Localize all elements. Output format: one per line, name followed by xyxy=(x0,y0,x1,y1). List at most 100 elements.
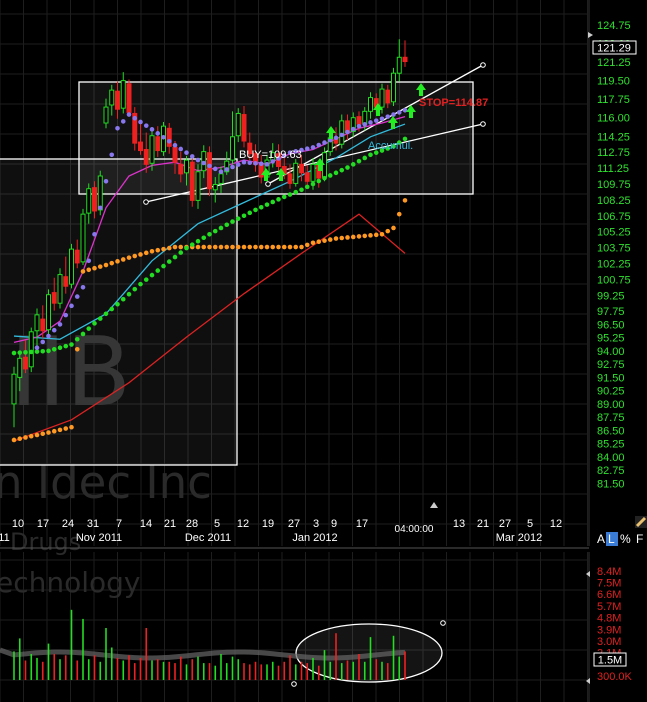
psar-fast-dot xyxy=(391,112,396,117)
scale-button-percent[interactable]: % xyxy=(620,532,631,546)
psar-slow-dot xyxy=(270,244,276,250)
psar-fast-dot xyxy=(385,114,391,119)
candle-body xyxy=(235,112,241,137)
psar-slow-dot xyxy=(17,436,23,442)
psar-slow-dot xyxy=(120,257,126,262)
psar-mid-dot xyxy=(281,194,287,200)
psar-mid-dot xyxy=(166,259,172,264)
psar-slow-dot xyxy=(379,232,385,237)
candle-body xyxy=(155,136,161,152)
price-tick-label: 121.25 xyxy=(597,57,631,69)
candle-body xyxy=(293,162,299,184)
price-tick-label: 100.75 xyxy=(597,274,631,286)
candle-body xyxy=(339,120,345,145)
psar-slow-dot xyxy=(97,264,103,269)
candle-body xyxy=(57,274,63,304)
ellipse-handle[interactable] xyxy=(291,681,297,687)
psar-slow-dot xyxy=(86,267,92,273)
price-tick-label: 111.25 xyxy=(597,163,629,175)
psar-fast-dot xyxy=(310,145,316,150)
psar-fast-dot xyxy=(316,142,322,148)
candle-body xyxy=(184,159,189,174)
candle-body xyxy=(11,373,17,405)
trendline-handle[interactable] xyxy=(265,181,271,187)
psar-mid-dot xyxy=(207,232,212,237)
psar-fast-dot xyxy=(356,123,362,129)
candle-body xyxy=(189,161,195,201)
price-tick-label: 84.00 xyxy=(597,452,625,464)
psar-fast-dot xyxy=(304,146,310,152)
candle-body xyxy=(356,116,362,125)
candle-body xyxy=(310,163,316,182)
psar-fast-dot xyxy=(69,303,74,309)
psar-slow-dot xyxy=(23,435,28,440)
psar-mid-dot xyxy=(195,238,201,244)
psar-fast-dot xyxy=(63,312,69,318)
time-day-label: 9 xyxy=(331,518,337,530)
time-day-label: 12 xyxy=(237,518,249,530)
psar-mid-dot xyxy=(235,216,241,221)
candle-body xyxy=(241,114,247,142)
psar-mid-dot xyxy=(368,152,373,158)
box-consolidation-upper[interactable] xyxy=(78,81,474,195)
price-tick-label: 96.50 xyxy=(597,319,625,331)
psar-slow-dot xyxy=(143,250,149,256)
psar-mid-dot xyxy=(155,268,161,273)
psar-fast-dot xyxy=(184,150,189,155)
candle-body xyxy=(149,135,155,164)
time-cursor: 04:00:00 xyxy=(395,502,438,535)
psar-slow-dot xyxy=(350,234,356,240)
psar-slow-dot xyxy=(207,244,212,250)
psar-fast-dot xyxy=(379,116,385,122)
psar-slow-dot xyxy=(195,244,201,250)
psar-slow-dot xyxy=(391,225,396,231)
trendline-handle[interactable] xyxy=(143,199,149,205)
psar-slow-dot xyxy=(138,252,143,257)
volume-tick-label: 7.5M xyxy=(597,578,621,590)
psar-mid-dot xyxy=(345,165,350,170)
price-tick-label: 116.00 xyxy=(597,113,630,125)
candle-body xyxy=(51,292,57,304)
psar-mid-dot xyxy=(350,162,356,167)
psar-slow-dot xyxy=(230,244,235,250)
chart-toolbar: A L % F xyxy=(597,516,647,546)
psar-slow-dot xyxy=(63,426,69,431)
psar-fast-dot xyxy=(195,157,201,163)
price-tick-label: 108.25 xyxy=(597,195,631,207)
psar-slow-dot xyxy=(34,432,40,438)
psar-slow-dot xyxy=(172,244,178,250)
psar-fast-dot xyxy=(368,120,373,125)
trendline-handle[interactable] xyxy=(480,62,486,68)
psar-slow-dot xyxy=(212,244,218,250)
psar-slow-dot xyxy=(126,255,132,260)
scale-button-f[interactable]: F xyxy=(636,532,643,546)
candle-body xyxy=(103,106,109,124)
price-tick-label: 94.00 xyxy=(597,346,625,358)
price-tick-label: 119.50 xyxy=(597,76,630,88)
psar-mid-dot xyxy=(356,158,362,164)
candle-body xyxy=(40,318,46,332)
psar-fast-dot xyxy=(166,138,172,144)
trendline-handle[interactable] xyxy=(480,121,486,127)
psar-slow-dot xyxy=(149,248,155,254)
scale-button-a[interactable]: A xyxy=(597,532,605,546)
time-day-label: 19 xyxy=(262,518,274,530)
ellipse-handle[interactable] xyxy=(440,620,446,626)
psar-slow-dot xyxy=(356,234,362,239)
price-tick-label: 82.75 xyxy=(597,465,625,477)
scale-button-l[interactable]: L xyxy=(608,532,615,546)
time-cursor-label[interactable]: 04:00:00 xyxy=(395,524,434,535)
price-tick-label: 117.75 xyxy=(597,94,630,106)
box-consolidation-lower[interactable] xyxy=(0,158,238,466)
time-month-label: Jan 2012 xyxy=(292,532,337,544)
psar-slow-dot xyxy=(327,237,333,242)
psar-fast-dot xyxy=(247,160,253,166)
psar-fast-dot xyxy=(322,140,327,145)
psar-slow-dot xyxy=(155,247,161,253)
volume-ellipse[interactable] xyxy=(295,623,443,683)
candle-body xyxy=(287,173,293,184)
psar-mid-dot xyxy=(109,306,115,312)
psar-mid-dot xyxy=(126,291,132,297)
time-cursor-icon xyxy=(430,502,438,508)
psar-fast-dot xyxy=(218,169,224,175)
